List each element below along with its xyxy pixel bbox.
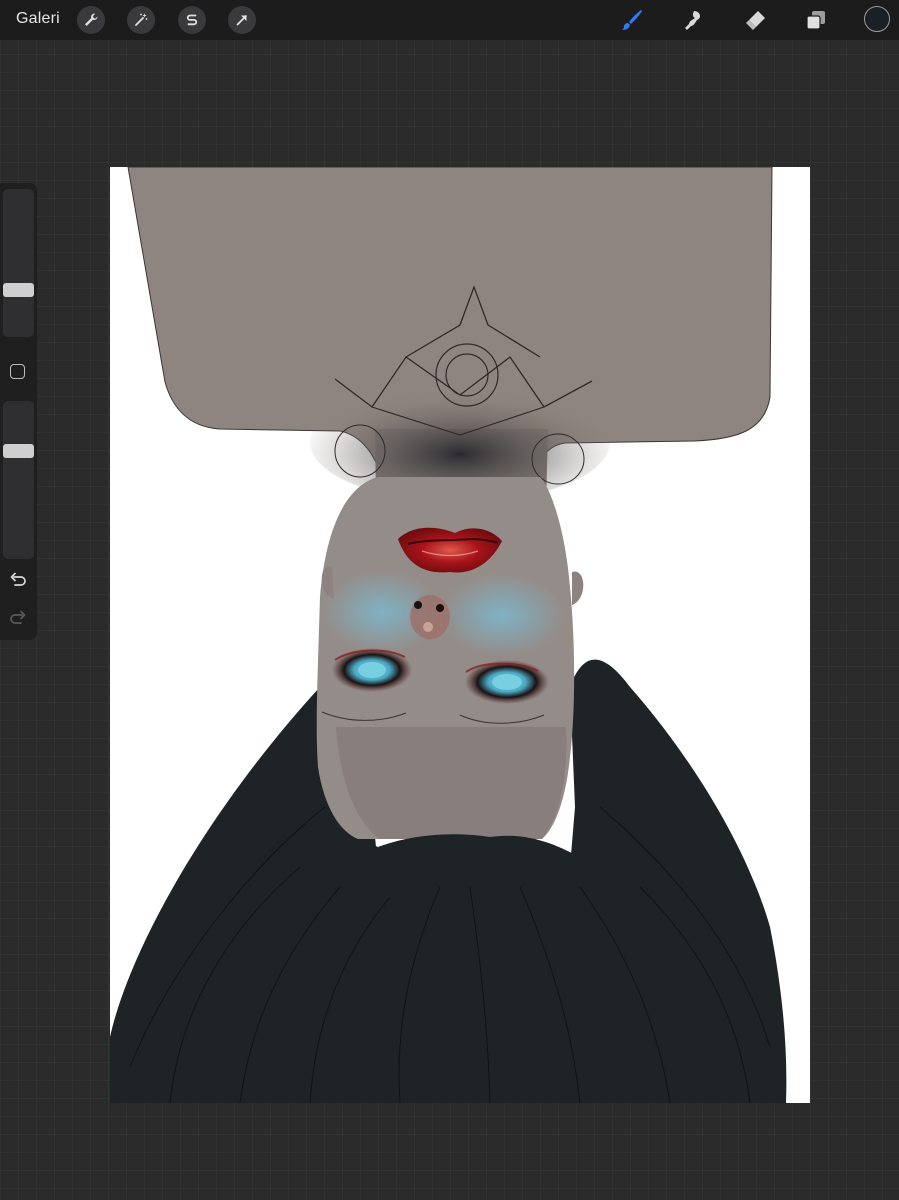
current-color-swatch[interactable] (864, 6, 890, 32)
artwork-portrait (110, 167, 787, 1103)
layers-icon[interactable] (801, 5, 831, 35)
opacity-thumb[interactable] (3, 444, 34, 459)
eraser-icon[interactable] (740, 5, 770, 35)
undo-icon[interactable] (8, 570, 28, 590)
transform-arrow-icon[interactable] (228, 6, 256, 34)
top-toolbar: Galeri (0, 0, 899, 40)
gallery-button[interactable]: Galeri (16, 10, 60, 28)
smudge-icon[interactable] (678, 5, 708, 35)
left-sidebar (0, 183, 37, 640)
modify-square-icon[interactable] (10, 364, 25, 379)
drawing-canvas[interactable] (110, 167, 810, 1103)
brush-size-slider[interactable] (3, 189, 34, 337)
brush-size-thumb[interactable] (3, 282, 34, 297)
adjustments-magic-wand-icon[interactable] (127, 6, 155, 34)
selection-s-icon[interactable] (178, 6, 206, 34)
actions-wrench-icon[interactable] (77, 6, 105, 34)
brush-icon[interactable] (617, 5, 647, 35)
redo-icon[interactable] (8, 608, 28, 628)
opacity-slider[interactable] (3, 401, 34, 559)
